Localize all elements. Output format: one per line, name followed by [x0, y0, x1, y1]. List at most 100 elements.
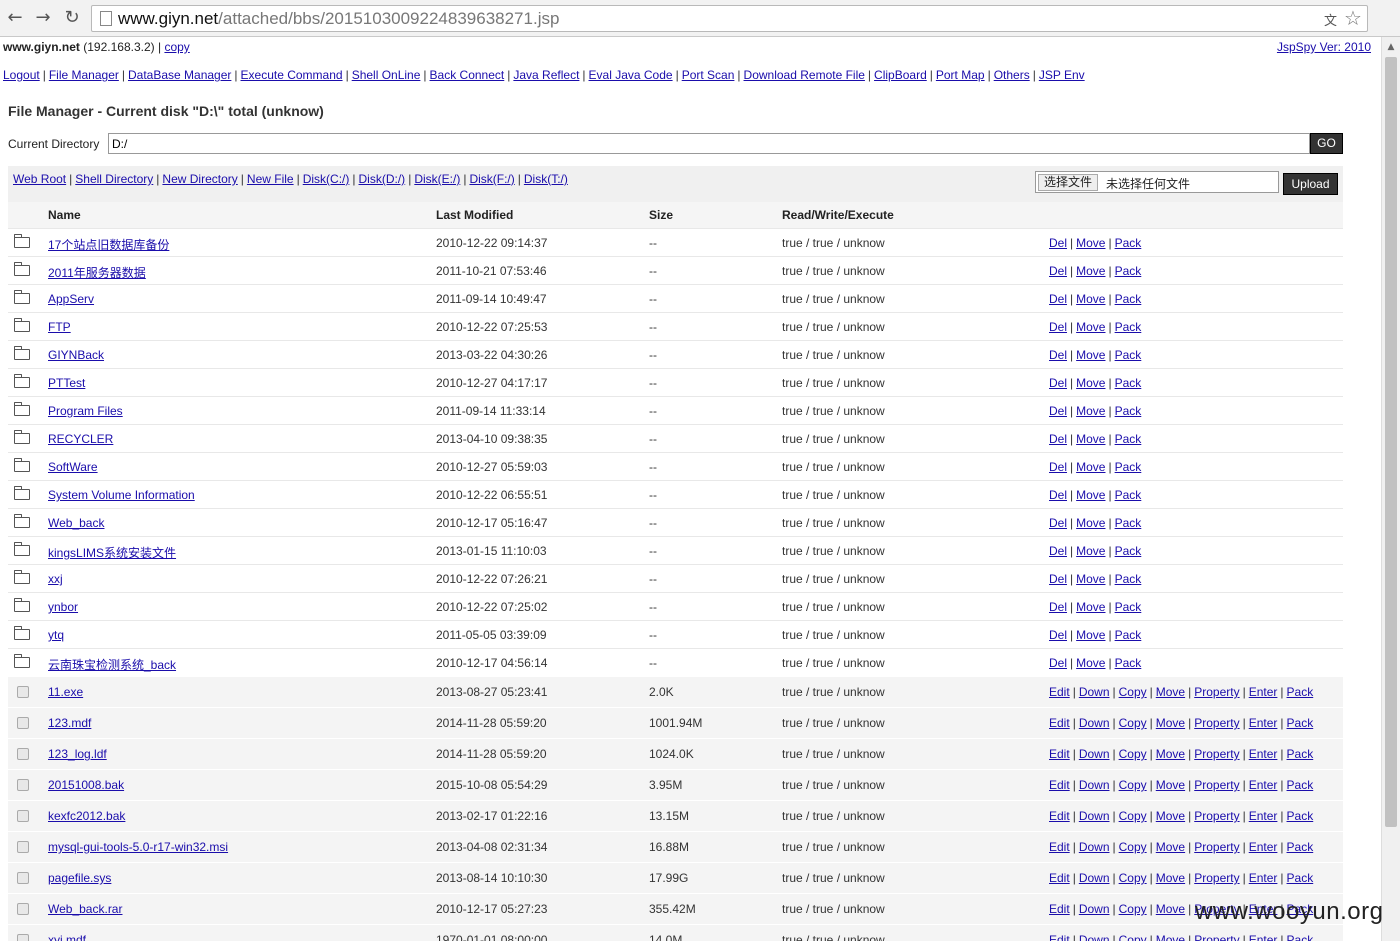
property-link[interactable]: Property [1194, 933, 1239, 941]
del-link[interactable]: Del [1049, 544, 1067, 558]
move-link[interactable]: Move [1076, 348, 1105, 362]
translate-icon[interactable]: 文 [1324, 10, 1337, 29]
edit-link[interactable]: Edit [1049, 778, 1070, 792]
del-link[interactable]: Del [1049, 320, 1067, 334]
file-checkbox[interactable] [17, 686, 29, 698]
pack-link[interactable]: Pack [1115, 544, 1142, 558]
file-link[interactable]: kexfc2012.bak [48, 809, 125, 823]
copy-link[interactable]: Copy [1119, 871, 1147, 885]
quick-link-new-directory[interactable]: New Directory [162, 172, 237, 186]
del-link[interactable]: Del [1049, 628, 1067, 642]
pack-link[interactable]: Pack [1115, 488, 1142, 502]
enter-link[interactable]: Enter [1249, 933, 1278, 941]
nav-link-file-manager[interactable]: File Manager [49, 68, 119, 82]
move-link[interactable]: Move [1156, 747, 1185, 761]
file-link[interactable]: Web_back.rar [48, 902, 122, 916]
file-checkbox[interactable] [17, 903, 29, 915]
directory-link[interactable]: FTP [48, 320, 71, 334]
directory-link[interactable]: Program Files [48, 404, 123, 418]
property-link[interactable]: Property [1194, 685, 1239, 699]
scroll-thumb[interactable] [1385, 57, 1397, 827]
del-link[interactable]: Del [1049, 292, 1067, 306]
del-link[interactable]: Del [1049, 432, 1067, 446]
url-text[interactable]: www.giyn.net/attached/bbs/20151030092248… [118, 9, 559, 29]
pack-link[interactable]: Pack [1115, 348, 1142, 362]
down-link[interactable]: Down [1079, 840, 1110, 854]
del-link[interactable]: Del [1049, 600, 1067, 614]
pack-link[interactable]: Pack [1115, 656, 1142, 670]
move-link[interactable]: Move [1076, 656, 1105, 670]
pack-link[interactable]: Pack [1287, 871, 1314, 885]
down-link[interactable]: Down [1079, 716, 1110, 730]
file-link[interactable]: 20151008.bak [48, 778, 124, 792]
pack-link[interactable]: Pack [1115, 460, 1142, 474]
pack-link[interactable]: Pack [1287, 809, 1314, 823]
pack-link[interactable]: Pack [1115, 376, 1142, 390]
pack-link[interactable]: Pack [1287, 716, 1314, 730]
reload-icon[interactable]: ↻ [62, 8, 82, 28]
move-link[interactable]: Move [1156, 809, 1185, 823]
nav-link-jsp-env[interactable]: JSP Env [1039, 68, 1085, 82]
enter-link[interactable]: Enter [1249, 747, 1278, 761]
pack-link[interactable]: Pack [1115, 432, 1142, 446]
forward-arrow-icon[interactable]: → [33, 8, 53, 28]
file-link[interactable]: 123.mdf [48, 716, 91, 730]
move-link[interactable]: Move [1076, 516, 1105, 530]
property-link[interactable]: Property [1194, 747, 1239, 761]
down-link[interactable]: Down [1079, 902, 1110, 916]
directory-link[interactable]: GIYNBack [48, 348, 104, 362]
move-link[interactable]: Move [1076, 600, 1105, 614]
quick-link-disk-d[interactable]: Disk(D:/) [359, 172, 406, 186]
pack-link[interactable]: Pack [1287, 840, 1314, 854]
file-link[interactable]: 123_log.ldf [48, 747, 107, 761]
move-link[interactable]: Move [1076, 376, 1105, 390]
move-link[interactable]: Move [1076, 460, 1105, 474]
file-checkbox[interactable] [17, 841, 29, 853]
quick-link-disk-t[interactable]: Disk(T:/) [524, 172, 568, 186]
directory-link[interactable]: ytq [48, 628, 64, 642]
directory-link[interactable]: xxj [48, 572, 63, 586]
directory-link[interactable]: ynbor [48, 600, 78, 614]
nav-link-back-connect[interactable]: Back Connect [430, 68, 505, 82]
down-link[interactable]: Down [1079, 871, 1110, 885]
pack-link[interactable]: Pack [1287, 685, 1314, 699]
directory-link[interactable]: kingsLIMS系统安装文件 [48, 544, 176, 561]
pack-link[interactable]: Pack [1115, 292, 1142, 306]
file-checkbox[interactable] [17, 748, 29, 760]
copy-link[interactable]: Copy [1119, 840, 1147, 854]
move-link[interactable]: Move [1076, 264, 1105, 278]
nav-link-download-remote-file[interactable]: Download Remote File [744, 68, 865, 82]
enter-link[interactable]: Enter [1249, 809, 1278, 823]
pack-link[interactable]: Pack [1115, 516, 1142, 530]
nav-link-others[interactable]: Others [994, 68, 1030, 82]
directory-link[interactable]: PTTest [48, 376, 85, 390]
enter-link[interactable]: Enter [1249, 871, 1278, 885]
address-bar[interactable]: www.giyn.net/attached/bbs/20151030092248… [91, 5, 1368, 32]
down-link[interactable]: Down [1079, 685, 1110, 699]
directory-link[interactable]: SoftWare [48, 460, 98, 474]
edit-link[interactable]: Edit [1049, 747, 1070, 761]
pack-link[interactable]: Pack [1115, 264, 1142, 278]
nav-link-port-scan[interactable]: Port Scan [682, 68, 735, 82]
del-link[interactable]: Del [1049, 572, 1067, 586]
pack-link[interactable]: Pack [1115, 404, 1142, 418]
move-link[interactable]: Move [1076, 572, 1105, 586]
nav-link-execute-command[interactable]: Execute Command [241, 68, 343, 82]
nav-link-eval-java-code[interactable]: Eval Java Code [589, 68, 673, 82]
del-link[interactable]: Del [1049, 656, 1067, 670]
property-link[interactable]: Property [1194, 871, 1239, 885]
directory-link[interactable]: 17个站点旧数据库备份 [48, 236, 169, 253]
edit-link[interactable]: Edit [1049, 933, 1070, 941]
pack-link[interactable]: Pack [1287, 933, 1314, 941]
version-link[interactable]: JspSpy Ver: 2010 [1277, 40, 1371, 54]
move-link[interactable]: Move [1076, 432, 1105, 446]
file-link[interactable]: mysql-gui-tools-5.0-r17-win32.msi [48, 840, 228, 854]
edit-link[interactable]: Edit [1049, 871, 1070, 885]
enter-link[interactable]: Enter [1249, 778, 1278, 792]
file-checkbox[interactable] [17, 717, 29, 729]
down-link[interactable]: Down [1079, 933, 1110, 941]
scroll-up-icon[interactable]: ▲ [1382, 39, 1400, 55]
file-checkbox[interactable] [17, 779, 29, 791]
property-link[interactable]: Property [1194, 809, 1239, 823]
directory-link[interactable]: AppServ [48, 292, 94, 306]
